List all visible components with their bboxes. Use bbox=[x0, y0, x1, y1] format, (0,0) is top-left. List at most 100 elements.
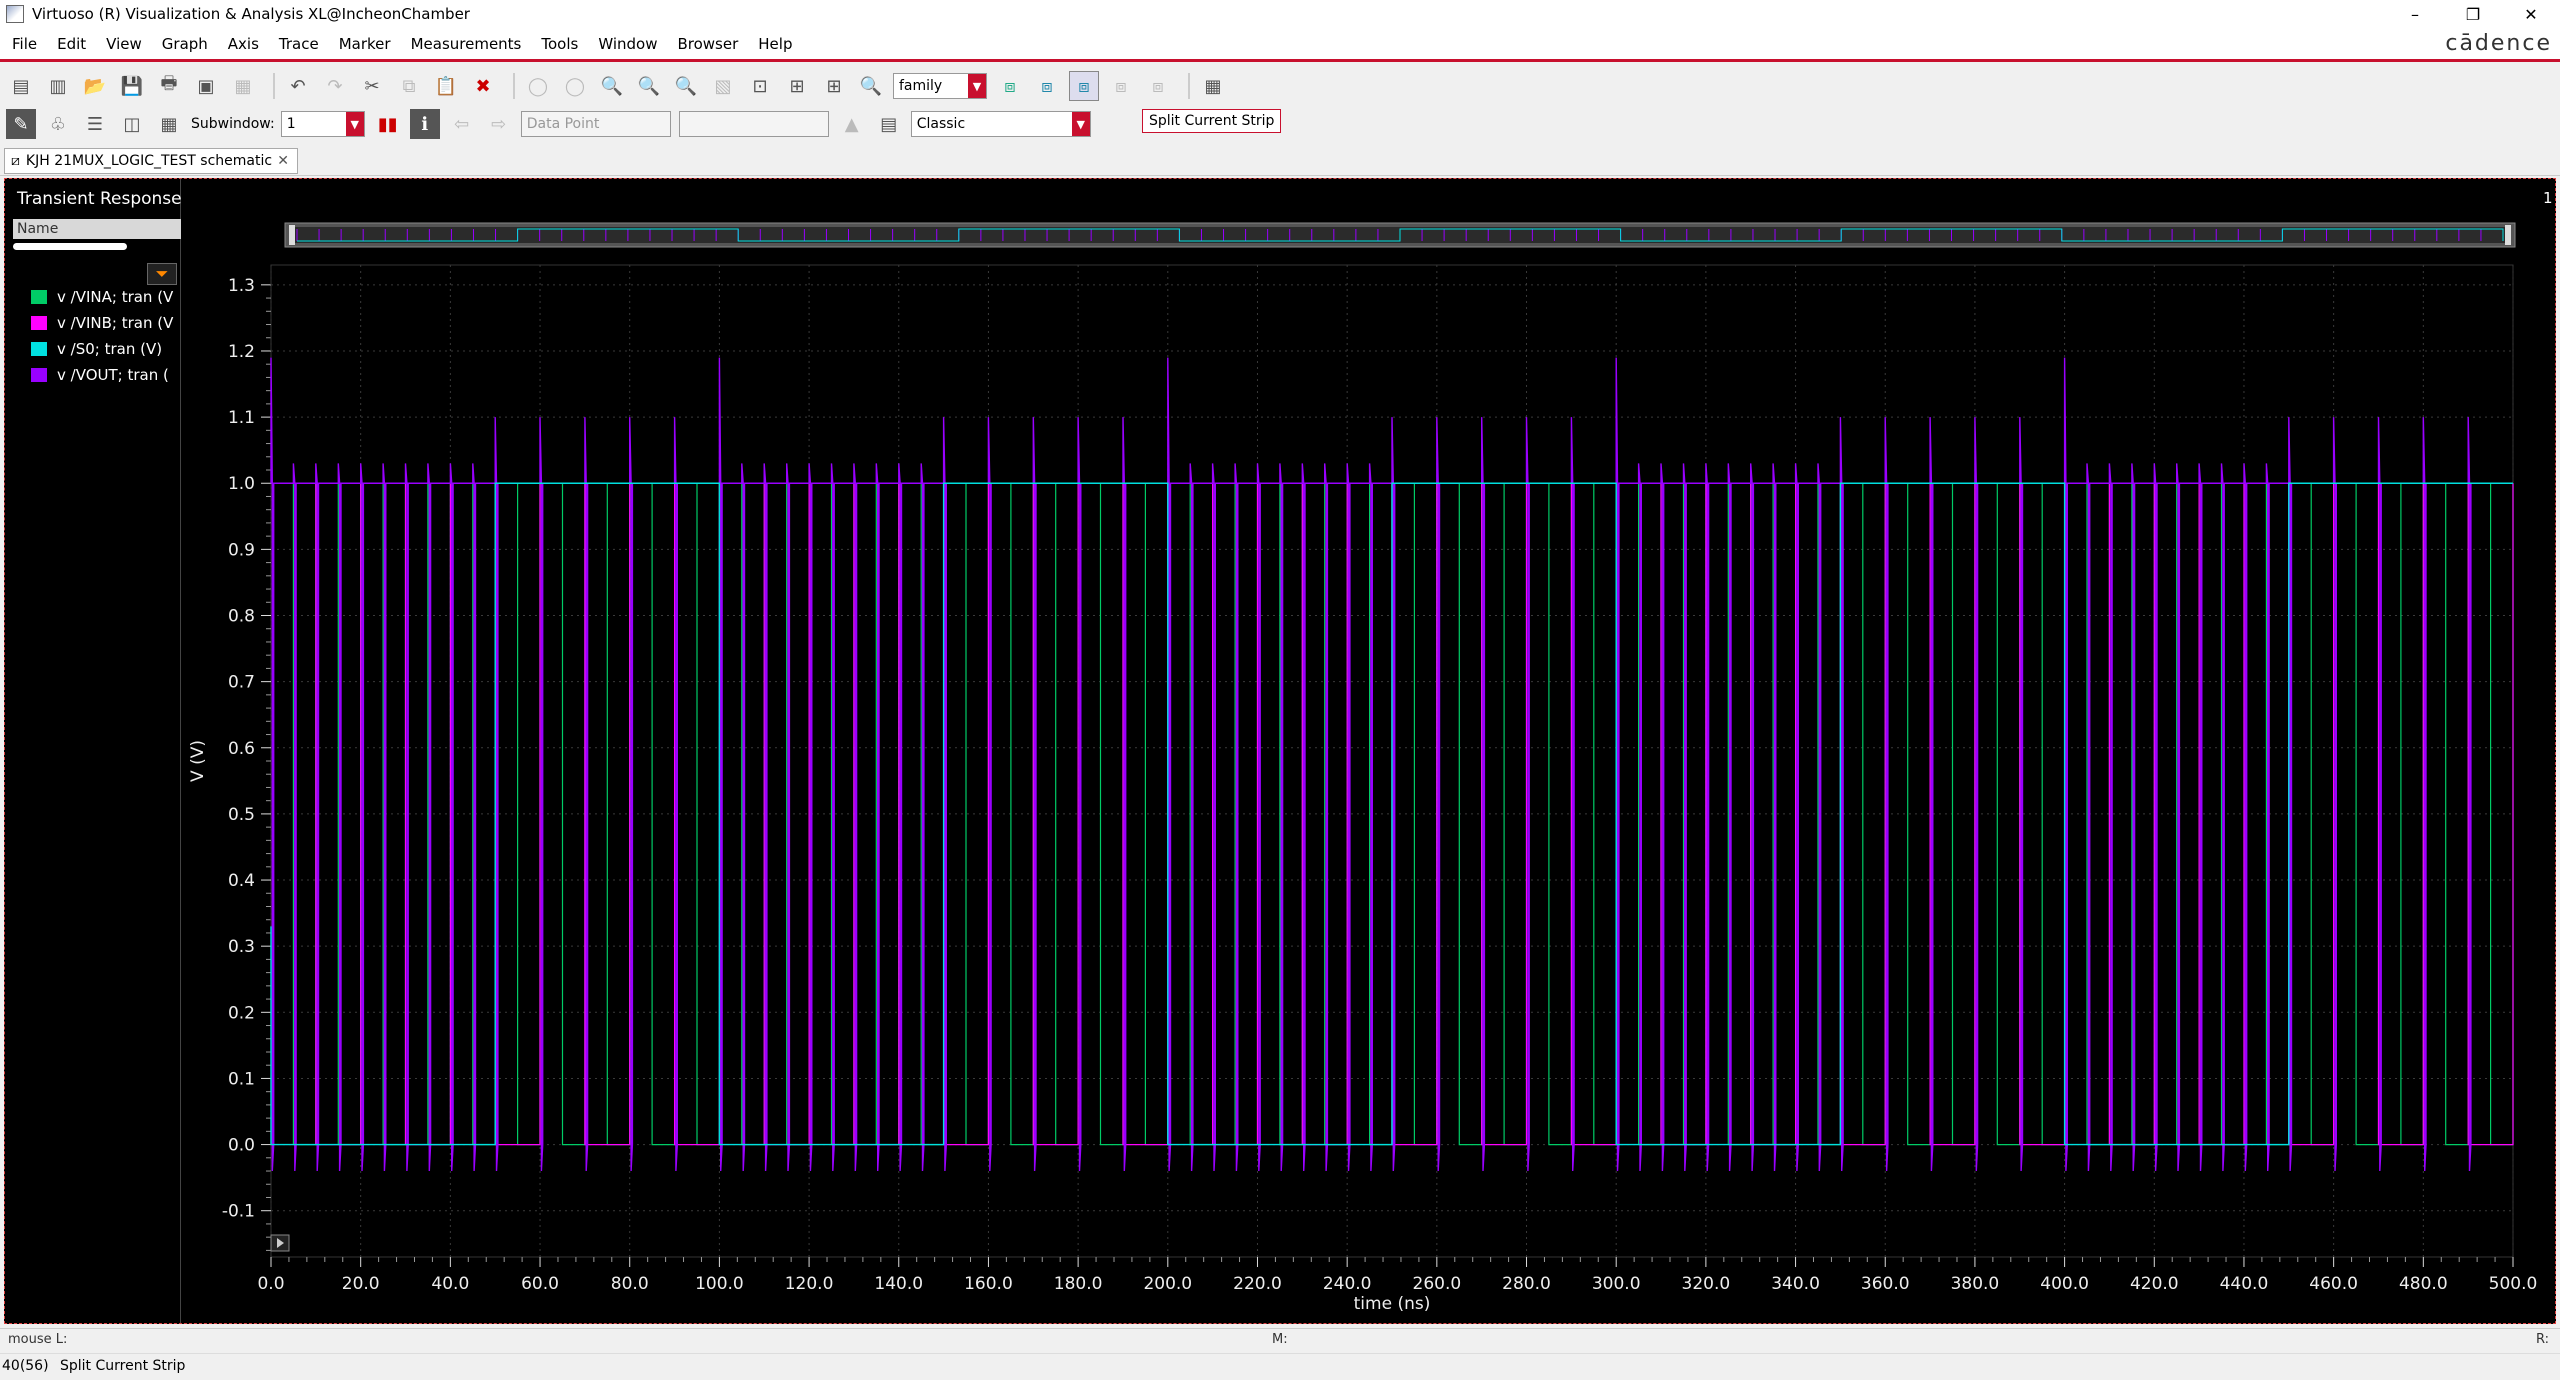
delete-icon[interactable]: ✖ bbox=[468, 71, 498, 101]
waveform-plot[interactable]: 1.3 1.2 1.1 1.0 0.9 0.8 0.7 0.6 0.5 0.4 0.3 0.2 0.1 0… bbox=[5, 179, 2555, 1323]
calculator-icon[interactable]: ▤ bbox=[874, 109, 904, 139]
style-select-value: Classic bbox=[916, 116, 966, 132]
grid-layout-icon[interactable]: ▦ bbox=[154, 109, 184, 139]
zoom-x-icon[interactable]: 🔍 bbox=[671, 71, 701, 101]
redo-icon[interactable]: ↷ bbox=[320, 71, 350, 101]
main-toolbar: ▤ ▥ 📂 💾 🖶 ▣ ▦ ↶ ↷ ✂ ⧉ 📋 ✖ ◯ ◯ 🔍 🔍 🔍 ▧ ⊡ … bbox=[0, 68, 2560, 104]
combine-icon[interactable]: ⧈ bbox=[1143, 71, 1173, 101]
menu-file[interactable]: File bbox=[12, 35, 37, 53]
tooltip: Split Current Strip bbox=[1142, 109, 1282, 133]
x-tick-label: 180.0 bbox=[1054, 1274, 1103, 1294]
vertical-layout-icon[interactable]: ◫ bbox=[117, 109, 147, 139]
marker-triangle-icon[interactable]: ▲ bbox=[837, 109, 867, 139]
cards-icon[interactable]: ♧ bbox=[43, 109, 73, 139]
style-select[interactable]: Classic ▼ bbox=[910, 111, 1091, 137]
menu-trace[interactable]: Trace bbox=[279, 35, 319, 53]
close-window-button[interactable]: ✕ bbox=[2502, 5, 2560, 24]
zoom-in-icon[interactable]: 🔍 bbox=[597, 71, 627, 101]
minimize-button[interactable]: – bbox=[2386, 5, 2444, 24]
window-title: Virtuoso (R) Visualization & Analysis XL… bbox=[32, 5, 470, 23]
x-tick-label: 80.0 bbox=[611, 1274, 649, 1294]
horizontal-layout-icon[interactable]: ☰ bbox=[80, 109, 110, 139]
copy-icon[interactable]: ⧉ bbox=[394, 71, 424, 101]
x-tick-label: 300.0 bbox=[1592, 1274, 1641, 1294]
fit-icon[interactable]: ⊡ bbox=[745, 71, 775, 101]
strip-mode-icon[interactable]: ⧈ bbox=[995, 71, 1025, 101]
fit-y-icon[interactable]: ⊞ bbox=[819, 71, 849, 101]
command-counter: 40(56) bbox=[2, 1358, 49, 1374]
x-axis-label: time (ns) bbox=[1354, 1294, 1431, 1314]
pencil-icon[interactable]: ✎ bbox=[6, 109, 36, 139]
menu-edit[interactable]: Edit bbox=[57, 35, 86, 53]
grid-icon[interactable]: ▦ bbox=[1198, 71, 1228, 101]
menu-marker[interactable]: Marker bbox=[339, 35, 391, 53]
y-tick-label: 0.0 bbox=[228, 1136, 255, 1156]
save-icon[interactable]: 💾 bbox=[117, 71, 147, 101]
family-select[interactable]: family ▼ bbox=[893, 73, 987, 99]
pan-icon[interactable]: ◯ bbox=[523, 71, 553, 101]
menu-browser[interactable]: Browser bbox=[677, 35, 738, 53]
subwindow-select[interactable]: 1 ▼ bbox=[280, 111, 365, 137]
new-window-icon[interactable]: ▤ bbox=[6, 71, 36, 101]
print-icon[interactable]: 🖶 bbox=[154, 71, 184, 101]
x-tick-label: 440.0 bbox=[2220, 1274, 2269, 1294]
forward-arrow-icon[interactable]: ⇨ bbox=[484, 109, 514, 139]
zoom-reset-icon[interactable]: 🔍 bbox=[856, 71, 886, 101]
info-icon[interactable]: ℹ bbox=[409, 109, 440, 139]
menu-view[interactable]: View bbox=[106, 35, 142, 53]
split-strip-icon[interactable]: ⧈ bbox=[1069, 71, 1099, 101]
fit-x-icon[interactable]: ⊞ bbox=[782, 71, 812, 101]
x-tick-label: 20.0 bbox=[342, 1274, 380, 1294]
tab-label: KJH 21MUX_LOGIC_TEST schematic bbox=[25, 153, 273, 169]
marker-value-field[interactable] bbox=[678, 111, 829, 137]
menu-help[interactable]: Help bbox=[758, 35, 792, 53]
status-area: mouse L: M: R: 40(56) Split Current Stri… bbox=[0, 1328, 2560, 1380]
window-controls: – ❐ ✕ bbox=[2386, 5, 2560, 24]
zoom-out-icon[interactable]: 🔍 bbox=[634, 71, 664, 101]
mouse-binding-row: mouse L: M: R: bbox=[0, 1329, 2560, 1351]
undo-icon[interactable]: ↶ bbox=[283, 71, 313, 101]
y-tick-label: 0.5 bbox=[228, 805, 255, 825]
x-tick-label: 400.0 bbox=[2040, 1274, 2089, 1294]
y-axis-label: V (V) bbox=[188, 740, 208, 782]
x-tick-label: 260.0 bbox=[1413, 1274, 1462, 1294]
menu-axis[interactable]: Axis bbox=[228, 35, 259, 53]
export-icon[interactable]: ▦ bbox=[228, 71, 258, 101]
x-tick-label: 160.0 bbox=[964, 1274, 1013, 1294]
y-tick-label: 1.3 bbox=[228, 276, 255, 296]
new-subwindow-icon[interactable]: ▥ bbox=[43, 71, 73, 101]
graph-window: Transient Response Name ⏷ v /VINA; tran … bbox=[4, 178, 2556, 1324]
select-region-icon[interactable]: ◯ bbox=[560, 71, 590, 101]
bookmark-icon[interactable]: ▮▮ bbox=[373, 109, 403, 139]
restore-button[interactable]: ❐ bbox=[2444, 5, 2502, 24]
overlay-icon[interactable]: ⧈ bbox=[1106, 71, 1136, 101]
grid-lines bbox=[261, 265, 2514, 1267]
back-arrow-icon[interactable]: ⇦ bbox=[447, 109, 477, 139]
trace-vout bbox=[270, 357, 2472, 1172]
y-tick-label: 0.3 bbox=[228, 937, 255, 957]
menu-tools[interactable]: Tools bbox=[541, 35, 578, 53]
y-tick-label: 1.0 bbox=[228, 474, 255, 494]
chevron-down-icon[interactable]: ▼ bbox=[345, 112, 364, 136]
status-message: Split Current Strip bbox=[60, 1358, 186, 1374]
x-tick-label: 120.0 bbox=[785, 1274, 834, 1294]
menu-graph[interactable]: Graph bbox=[162, 35, 208, 53]
zoom-y-icon[interactable]: ▧ bbox=[708, 71, 738, 101]
x-tick-label: 100.0 bbox=[695, 1274, 744, 1294]
tab-schematic[interactable]: ⧄ KJH 21MUX_LOGIC_TEST schematic ✕ bbox=[4, 148, 298, 174]
paste-icon[interactable]: 📋 bbox=[431, 71, 461, 101]
y-tick-label: 0.4 bbox=[228, 871, 255, 891]
overview-handle-left bbox=[289, 225, 295, 245]
menu-window[interactable]: Window bbox=[598, 35, 657, 53]
open-folder-icon[interactable]: 📂 bbox=[80, 71, 110, 101]
menu-measurements[interactable]: Measurements bbox=[411, 35, 522, 53]
x-tick-label: 380.0 bbox=[1951, 1274, 2000, 1294]
close-tab-icon[interactable]: ✕ bbox=[277, 153, 289, 169]
stack-mode-icon[interactable]: ⧈ bbox=[1032, 71, 1062, 101]
cut-icon[interactable]: ✂ bbox=[357, 71, 387, 101]
chevron-down-icon[interactable]: ▼ bbox=[1071, 112, 1090, 136]
snapshot-icon[interactable]: ▣ bbox=[191, 71, 221, 101]
family-select-value: family bbox=[899, 78, 943, 94]
chevron-down-icon[interactable]: ▼ bbox=[968, 74, 986, 98]
marker-type-select[interactable]: Data Point bbox=[520, 111, 671, 137]
